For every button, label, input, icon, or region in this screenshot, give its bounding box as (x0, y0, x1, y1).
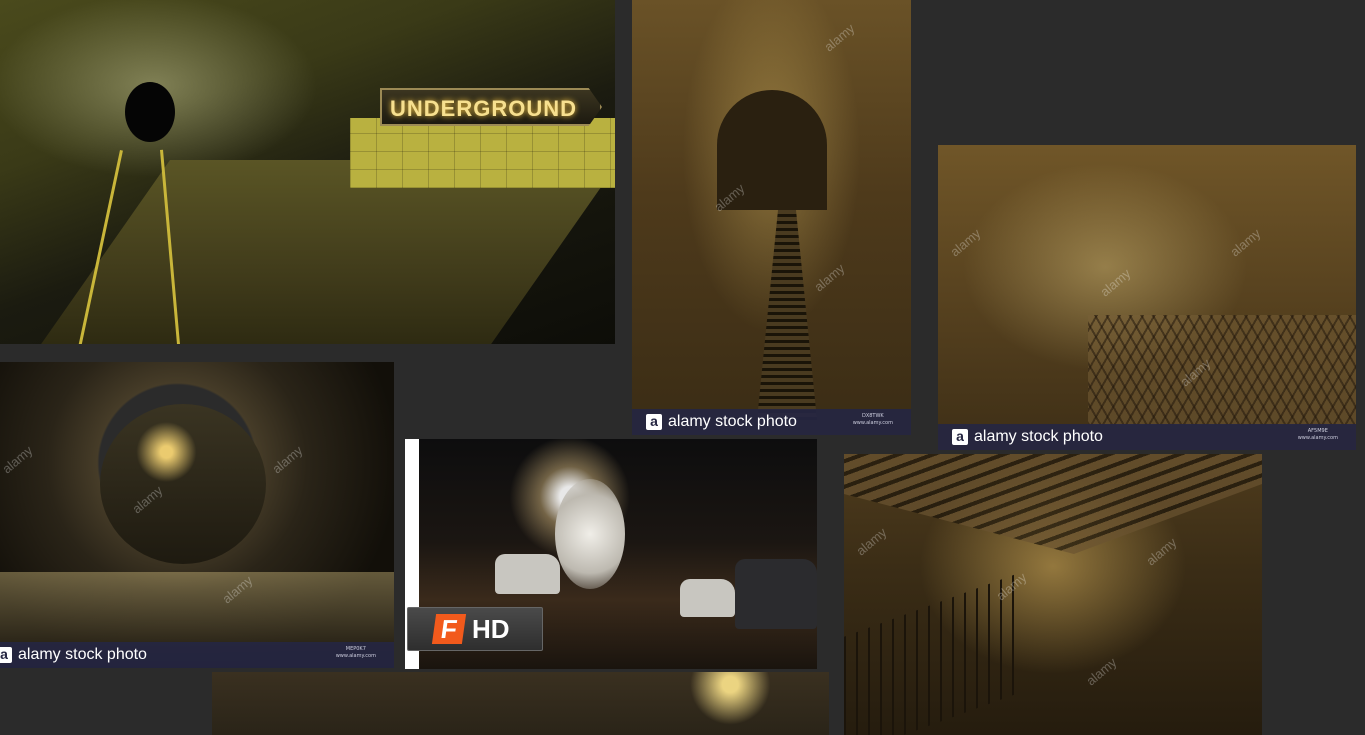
alamy-footer: a alamy stock photo MEP0K7 www.alamy.com (0, 642, 394, 668)
alamy-url: www.alamy.com (1297, 435, 1338, 441)
parked-car (495, 554, 560, 594)
alamy-url: www.alamy.com (335, 653, 376, 659)
alamy-image-code: AF5M9E www.alamy.com (1298, 428, 1338, 442)
tunnel-opening (125, 82, 175, 142)
alamy-footer-text: alamy stock photo (974, 428, 1103, 445)
image-result-sewer-walkway[interactable]: alamy alamy alamy alamy (844, 454, 1262, 735)
parked-car (680, 579, 735, 617)
underground-sign: UNDERGROUND (380, 88, 602, 126)
image-result-night-street[interactable]: F HD (405, 439, 817, 669)
alamy-footer-text: alamy stock photo (668, 413, 797, 430)
pipe-hole (100, 404, 266, 564)
photo-bottom-street (212, 672, 829, 735)
hd-label: HD (472, 613, 510, 644)
image-result-pipe-opening[interactable]: alamy alamy alamy alamy a alamy stock ph… (0, 362, 394, 668)
smoke-cloud (555, 479, 625, 589)
image-results-grid: UNDERGROUND alamy alamy alamy a alamy st… (0, 0, 1365, 735)
alamy-footer: a alamy stock photo DX8TWK www.alamy.com (632, 409, 911, 435)
alamy-footer: a alamy stock photo AF5M9E www.alamy.com (938, 424, 1356, 450)
fandango-logo-icon: F (431, 614, 467, 644)
alamy-image-code: DX8TWK www.alamy.com (853, 413, 893, 427)
alamy-image-id: AF5M9E (1307, 428, 1328, 434)
parked-car (735, 559, 817, 629)
image-result-underground-station[interactable]: UNDERGROUND (0, 0, 615, 344)
alamy-image-code: MEP0K7 www.alamy.com (336, 646, 376, 660)
alamy-footer-text: alamy stock photo (18, 646, 147, 663)
image-result-catwalk-tunnel[interactable]: alamy alamy alamy alamy a alamy stock ph… (938, 145, 1356, 450)
fandango-hd-badge: F HD (407, 607, 543, 651)
tiled-wall (350, 118, 615, 188)
alamy-image-id: DX8TWK (861, 413, 884, 419)
catwalk-railing (1088, 315, 1356, 425)
tunnel-arch (717, 90, 827, 210)
image-result-bottom-street[interactable] (212, 672, 829, 735)
alamy-logo-icon: a (646, 414, 662, 430)
alamy-url: www.alamy.com (852, 420, 893, 426)
alamy-logo-icon: a (0, 647, 12, 663)
alamy-image-id: MEP0K7 (345, 646, 366, 652)
alamy-logo-icon: a (952, 429, 968, 445)
image-result-tunnel-corridor[interactable]: alamy alamy alamy a alamy stock photo DX… (632, 0, 911, 435)
